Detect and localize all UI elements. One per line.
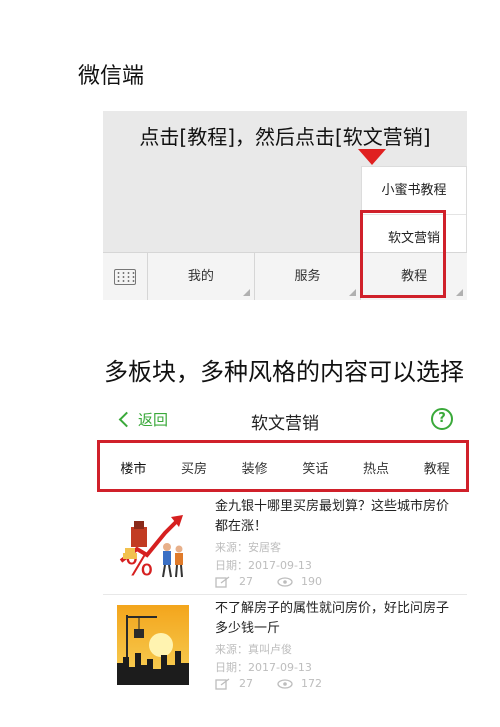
menu-item-service[interactable]: 服务 xyxy=(255,253,362,300)
submenu-corner-icon xyxy=(456,289,464,296)
article-title: 金九银十哪里买房最划算？这些城市房价都在涨！ xyxy=(215,499,450,534)
pointer-arrow-icon xyxy=(358,149,386,165)
highlight-box-menu xyxy=(360,210,446,298)
highlight-box-tabs xyxy=(97,440,469,492)
article-source: 来源：安居客 xyxy=(215,541,281,554)
menu-item-label: 服务 xyxy=(294,269,321,284)
instruction-caption: 点击[教程]，然后点击[软文营销] xyxy=(139,125,431,149)
heading-sections: 多板块，多种风格的内容可以选择 xyxy=(104,358,464,386)
menu-item-mine[interactable]: 我的 xyxy=(148,253,255,300)
article-date: 日期：2017-09-13 xyxy=(215,559,312,572)
eye-icon xyxy=(277,678,293,689)
menu-item-label: 我的 xyxy=(187,269,214,284)
heading-wechat: 微信端 xyxy=(78,64,145,89)
article-title: 不了解房子的属性就问房价，好比问房子多少钱一斤 xyxy=(215,601,450,636)
view-count: 172 xyxy=(301,677,322,690)
submenu-corner-icon xyxy=(242,289,250,296)
share-icon xyxy=(215,677,230,690)
submenu-corner-icon xyxy=(349,289,357,296)
top-nav-bar: 返回 软文营销 ? xyxy=(103,397,467,443)
article-stats: 27 172 xyxy=(215,677,346,690)
view-count: 190 xyxy=(301,575,322,588)
share-count: 27 xyxy=(239,677,253,690)
page-title: 软文营销 xyxy=(251,414,319,434)
share-icon xyxy=(215,575,230,588)
keyboard-toggle[interactable] xyxy=(103,253,148,300)
article-thumbnail-image xyxy=(117,605,189,685)
list-item[interactable]: % 金九银十哪里买房最划算？这些城市房价都在涨！ 来源：安居客 日期：2017-… xyxy=(103,495,467,595)
article-thumbnail-image: % xyxy=(117,503,189,583)
article-source: 来源：真叫卢俊 xyxy=(215,643,292,656)
help-icon[interactable]: ? xyxy=(431,408,453,430)
keyboard-icon xyxy=(114,268,136,285)
submenu-item-tutorial[interactable]: 小蜜书教程 xyxy=(362,167,466,214)
article-stats: 27 190 xyxy=(215,575,346,588)
share-count: 27 xyxy=(239,575,253,588)
article-date: 日期：2017-09-13 xyxy=(215,661,312,674)
list-item[interactable]: 不了解房子的属性就问房价，好比问房子多少钱一斤 来源：真叫卢俊 日期：2017-… xyxy=(103,597,467,697)
eye-icon xyxy=(277,576,293,587)
